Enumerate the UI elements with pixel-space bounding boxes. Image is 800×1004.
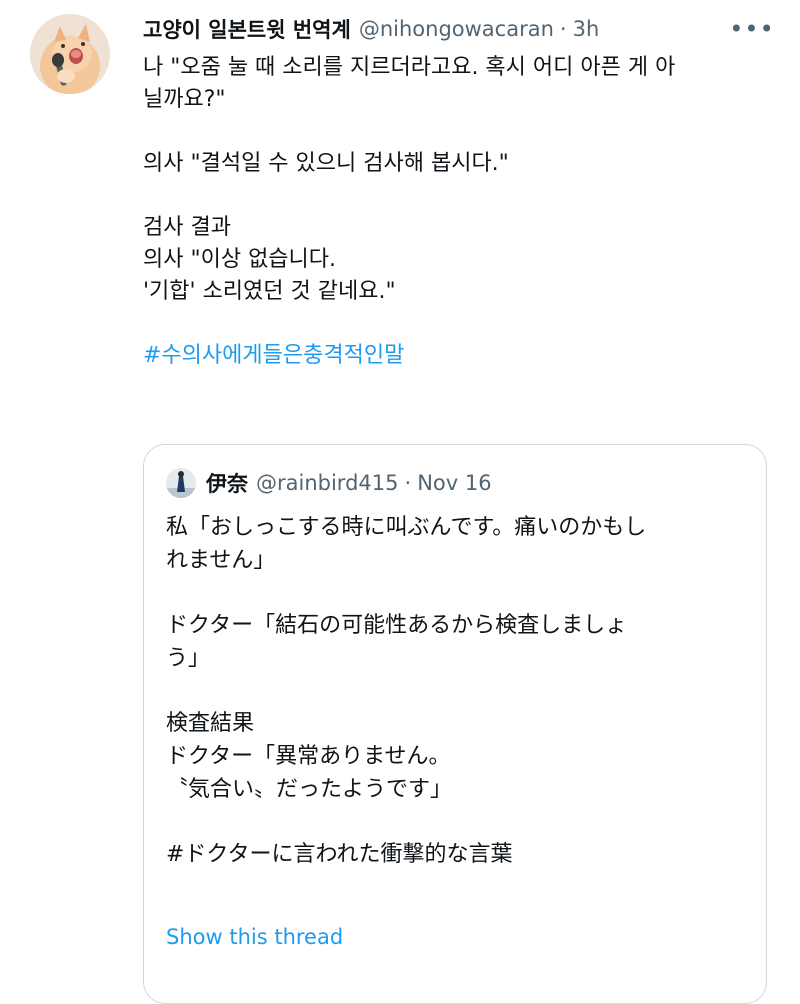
quoted-author-display-name[interactable]: 伊奈 — [206, 468, 248, 498]
more-icon[interactable]: ••• — [729, 14, 773, 44]
cat-avatar-image — [30, 14, 110, 94]
author-handle[interactable]: @nihongowacaran — [359, 17, 554, 41]
quoted-author-handle[interactable]: @rainbird415 — [256, 471, 399, 495]
tweet-text-line: 검사 결과 — [143, 215, 231, 240]
person-avatar-image — [166, 468, 196, 498]
quoted-text-line: う」 — [166, 646, 211, 671]
quoted-hashtag-line: #ドクターに言われた衝撃的な言葉 — [166, 842, 513, 867]
quoted-text-line: 私「おしっこする時に叫ぶんです。痛いのかもし — [166, 515, 647, 540]
tweet-text-line: 닐까요?" — [143, 87, 226, 112]
quoted-timestamp[interactable]: Nov 16 — [417, 471, 491, 495]
tweet: 고양이 일본트윗 번역계 @nihongowacaran · 3h ••• 나 … — [0, 0, 800, 1004]
tweet-text-line: 의사 "이상 없습니다. — [143, 247, 337, 272]
quoted-tweet-header: 伊奈 @rainbird415 · Nov 16 — [166, 467, 492, 499]
tweet-timestamp[interactable]: 3h — [573, 17, 600, 41]
quoted-tweet[interactable]: 伊奈 @rainbird415 · Nov 16 私「おしっこする時に叫ぶんです… — [143, 444, 767, 1004]
quoted-text-line: 〝気合い〟だったようです」 — [166, 777, 453, 802]
author-display-name[interactable]: 고양이 일본트윗 번역계 — [143, 14, 351, 44]
show-thread-link[interactable]: Show this thread — [166, 925, 343, 949]
quoted-avatar[interactable] — [166, 468, 196, 498]
quoted-text-line: ドクター「異常ありません。 — [166, 744, 451, 769]
quoted-tweet-body: 私「おしっこする時に叫ぶんです。痛いのかもし れません」 ドクター「結石の可能性… — [166, 511, 746, 871]
avatar[interactable] — [30, 14, 110, 94]
tweet-text-line: 나 "오줌 눌 때 소리를 지르더라고요. 혹시 어디 아픈 게 아 — [143, 55, 676, 80]
hashtag-link[interactable]: #수의사에게들은충격적인말 — [143, 340, 773, 372]
quoted-text-line: 検査結果 — [166, 711, 255, 736]
tweet-text-line: '기합' 소리였던 것 같네요." — [143, 279, 396, 304]
quoted-text-line: れません」 — [166, 548, 276, 573]
tweet-body: 나 "오줌 눌 때 소리를 지르더라고요. 혹시 어디 아픈 게 아 닐까요?"… — [143, 52, 773, 372]
header-separator: · — [559, 17, 567, 41]
tweet-header: 고양이 일본트윗 번역계 @nihongowacaran · 3h ••• — [143, 10, 774, 48]
tweet-text-line: 의사 "결석일 수 있으니 검사해 봅시다." — [143, 151, 509, 176]
quoted-text-line: ドクター「結石の可能性あるから検査しましょ — [166, 613, 628, 638]
quoted-header-separator: · — [404, 471, 412, 495]
